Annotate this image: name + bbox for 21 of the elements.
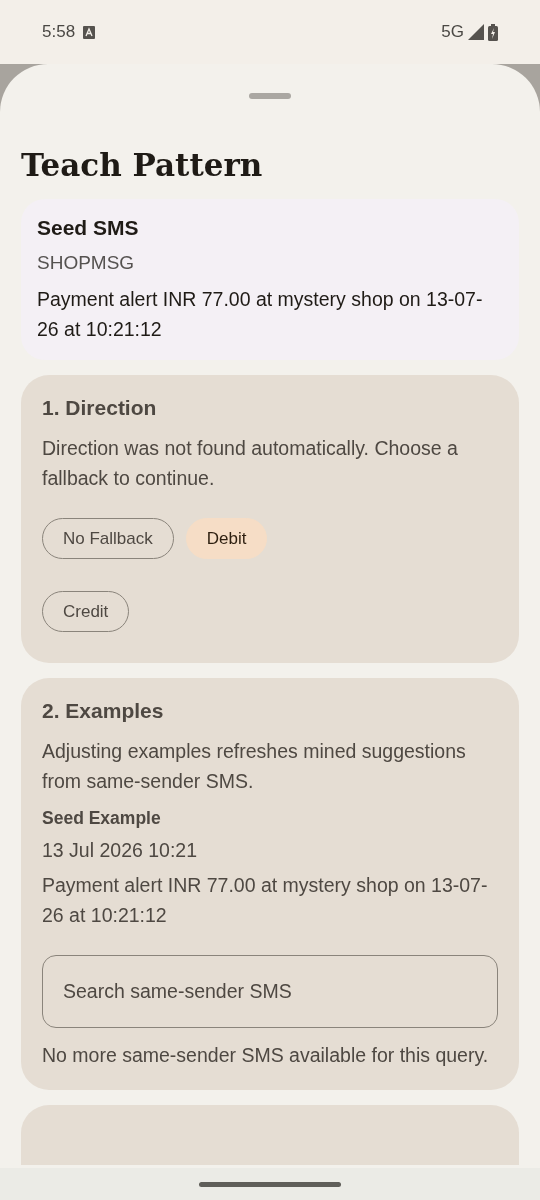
card-title: Seed SMS xyxy=(37,215,140,241)
fallback-chip[interactable]: Debit xyxy=(185,518,268,559)
signal-icon xyxy=(468,24,484,40)
example-body: Payment alert INR 77.00 at mystery shop on 13-07-26 at 10:21:12 xyxy=(42,873,489,928)
example-date: 13 Jul 2026 10:21 xyxy=(42,838,199,863)
section-description: Adjusting examples refreshes mined suggestions from same-sender SMS. xyxy=(42,739,467,794)
section-description: Direction was not found automatically. Choose a fallback to continue. xyxy=(42,436,459,491)
sheet-title: Teach Pattern xyxy=(21,146,264,185)
seed-example-label: Seed Example xyxy=(42,807,162,830)
home-indicator[interactable] xyxy=(199,1181,341,1187)
keyboard-icon xyxy=(83,25,96,39)
search-field[interactable]: Search same-sender SMS xyxy=(42,955,498,1028)
empty-note: No more same-sender SMS available for this query. xyxy=(42,1043,490,1068)
sender-label: SHOPMSG xyxy=(37,251,136,275)
network-label: 5G xyxy=(441,21,464,44)
sms-body: Payment alert INR 77.00 at mystery shop on 13-07-26 at 10:21:12 xyxy=(37,287,484,342)
status-time: 5:58 xyxy=(42,21,76,44)
battery-icon xyxy=(488,23,498,41)
section-title: 2. Examples xyxy=(42,698,165,724)
drag-handle[interactable] xyxy=(249,93,291,99)
section-title: 1. Direction xyxy=(42,395,158,421)
